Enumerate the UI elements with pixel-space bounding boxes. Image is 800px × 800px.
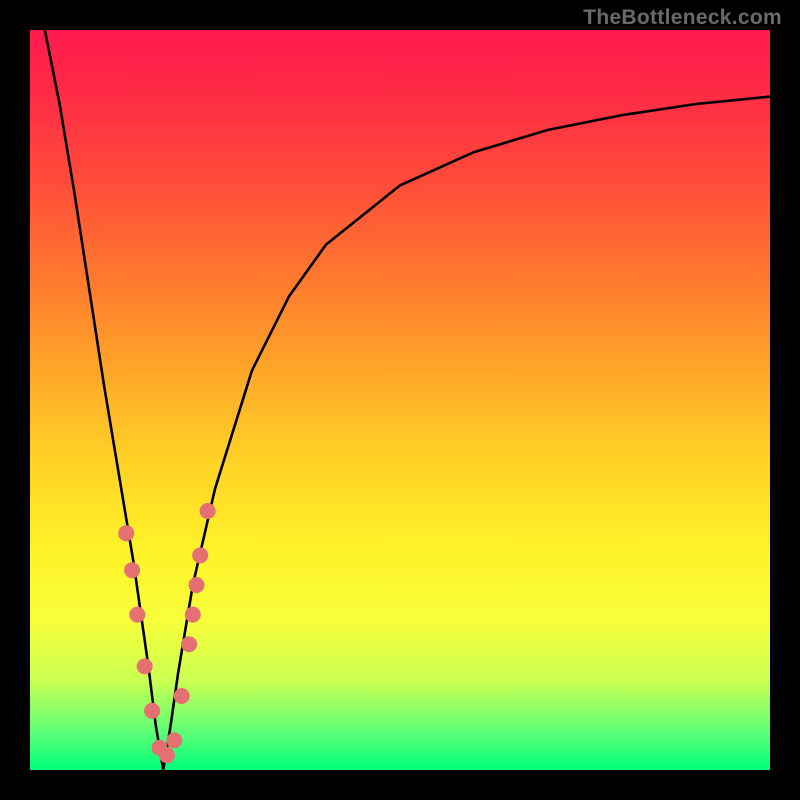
marker-group <box>118 503 215 763</box>
bottleneck-curve <box>45 30 770 770</box>
marker-point <box>189 577 205 593</box>
marker-point <box>129 607 145 623</box>
marker-point <box>181 636 197 652</box>
marker-point <box>144 703 160 719</box>
marker-point <box>200 503 216 519</box>
marker-point <box>118 525 134 541</box>
watermark-text: TheBottleneck.com <box>583 6 782 30</box>
chart-svg <box>30 30 770 770</box>
plot-frame <box>30 30 770 770</box>
marker-point <box>192 547 208 563</box>
marker-point <box>174 688 190 704</box>
marker-point <box>185 607 201 623</box>
chart-stage: TheBottleneck.com <box>0 0 800 800</box>
marker-point <box>124 562 140 578</box>
marker-point <box>166 732 182 748</box>
marker-point <box>159 747 175 763</box>
marker-point <box>137 658 153 674</box>
